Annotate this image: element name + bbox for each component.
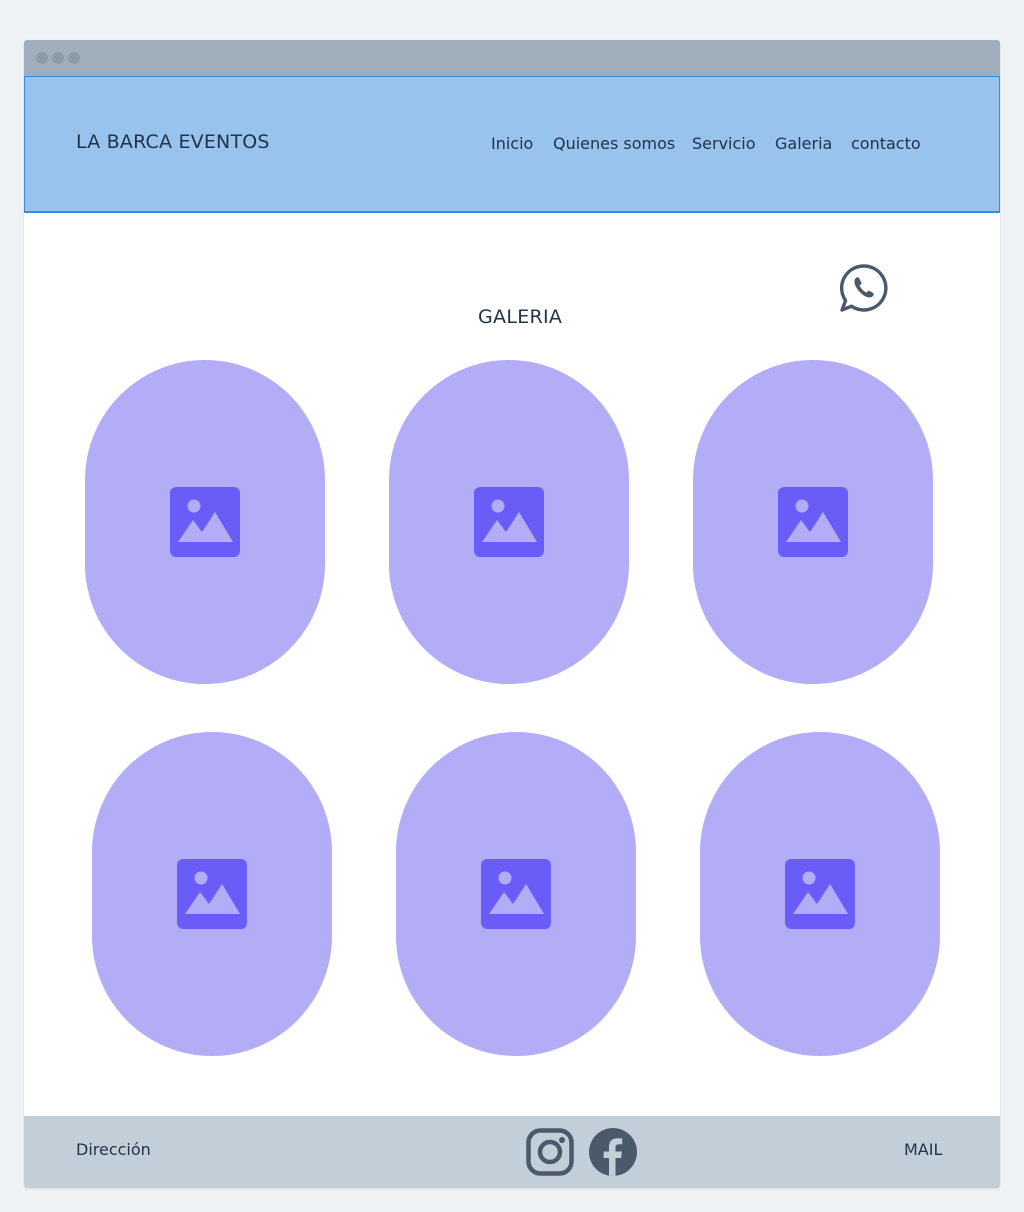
page-title: GALERIA	[478, 306, 563, 328]
image-placeholder-icon	[177, 859, 247, 929]
window-dot[interactable]	[68, 52, 80, 64]
nav-item-galeria[interactable]: Galeria	[775, 134, 832, 153]
gallery-tile[interactable]	[85, 360, 325, 684]
window-dot[interactable]	[36, 52, 48, 64]
image-placeholder-icon	[785, 859, 855, 929]
nav-item-quienes-somos[interactable]: Quienes somos	[553, 134, 675, 153]
instagram-icon[interactable]	[525, 1127, 575, 1177]
nav-item-inicio[interactable]: Inicio	[491, 134, 533, 153]
facebook-icon[interactable]	[588, 1127, 638, 1177]
nav-item-contacto[interactable]: contacto	[851, 134, 921, 153]
site-footer: Dirección MAIL	[24, 1116, 1000, 1188]
nav-item-servicio[interactable]: Servicio	[692, 134, 756, 153]
browser-window: LA BARCA EVENTOS Inicio Quienes somos Se…	[24, 40, 1000, 1188]
gallery-tile[interactable]	[92, 732, 332, 1056]
image-placeholder-icon	[474, 487, 544, 557]
image-placeholder-icon	[481, 859, 551, 929]
gallery-tile[interactable]	[389, 360, 629, 684]
footer-address: Dirección	[76, 1140, 151, 1159]
image-placeholder-icon	[778, 487, 848, 557]
gallery-tile[interactable]	[396, 732, 636, 1056]
window-dot[interactable]	[52, 52, 64, 64]
brand-logo-text[interactable]: LA BARCA EVENTOS	[76, 131, 270, 153]
whatsapp-icon[interactable]	[839, 263, 889, 313]
site-header: LA BARCA EVENTOS Inicio Quienes somos Se…	[24, 76, 1000, 213]
image-placeholder-icon	[170, 487, 240, 557]
gallery-tile[interactable]	[700, 732, 940, 1056]
footer-mail[interactable]: MAIL	[904, 1140, 942, 1159]
gallery-tile[interactable]	[693, 360, 933, 684]
window-titlebar	[24, 40, 1000, 76]
